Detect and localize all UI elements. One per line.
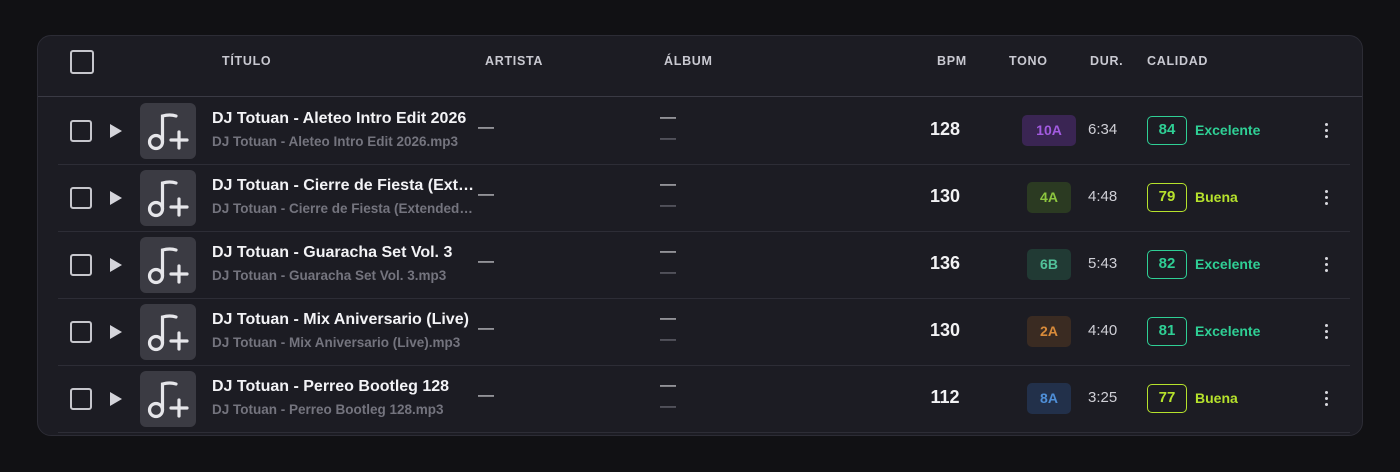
track-bpm: 112 — [930, 387, 960, 407]
table-header: TÍTULO ARTISTA ÁLBUM BPM TONO DUR. CALID… — [38, 36, 1362, 97]
key-badge: 2A — [1027, 316, 1071, 347]
quality-label: Excelente — [1195, 256, 1261, 272]
column-header-key[interactable]: TONO — [1009, 54, 1048, 68]
row-checkbox[interactable] — [70, 321, 92, 343]
track-album-secondary: — — [660, 197, 676, 214]
music-note-plus-icon — [147, 314, 189, 352]
more-vertical-icon[interactable] — [1320, 389, 1332, 409]
track-thumbnail — [140, 304, 196, 360]
more-vertical-icon[interactable] — [1320, 255, 1332, 275]
track-duration: 5:43 — [1088, 255, 1118, 272]
quality-label: Buena — [1195, 390, 1238, 406]
row-checkbox[interactable] — [70, 120, 92, 142]
play-icon[interactable] — [108, 323, 124, 341]
column-header-duration[interactable]: DUR. — [1090, 54, 1123, 68]
track-album-secondary: — — [660, 130, 676, 147]
play-icon[interactable] — [108, 189, 124, 207]
track-thumbnail — [140, 237, 196, 293]
column-header-title[interactable]: TÍTULO — [222, 54, 271, 68]
play-icon[interactable] — [108, 122, 124, 140]
track-album-secondary: — — [660, 264, 676, 281]
track-bpm: 128 — [929, 119, 961, 139]
play-icon[interactable] — [108, 256, 124, 274]
tracks-table: TÍTULO ARTISTA ÁLBUM BPM TONO DUR. CALID… — [37, 35, 1363, 436]
track-artist: — — [478, 186, 494, 203]
quality-score-badge: 81 — [1147, 317, 1187, 346]
track-thumbnail — [140, 170, 196, 226]
key-badge: 4A — [1027, 182, 1071, 213]
track-artist: — — [478, 320, 494, 337]
track-duration: 4:48 — [1088, 188, 1118, 205]
track-album-secondary: — — [660, 398, 676, 415]
quality-label: Excelente — [1195, 323, 1261, 339]
table-row[interactable]: DJ Totuan - Aleteo Intro Edit 2026 DJ To… — [58, 97, 1350, 165]
track-bpm: 130 — [929, 320, 961, 340]
track-bpm: 130 — [929, 186, 961, 206]
track-thumbnail — [140, 103, 196, 159]
key-badge: 8A — [1027, 383, 1071, 414]
quality-score-badge: 84 — [1147, 116, 1187, 145]
quality-score-badge: 82 — [1147, 250, 1187, 279]
track-title[interactable]: DJ Totuan - Mix Aniversario (Live) — [212, 311, 474, 329]
more-vertical-icon[interactable] — [1320, 188, 1332, 208]
key-badge: 10A — [1022, 115, 1076, 146]
more-vertical-icon[interactable] — [1320, 322, 1332, 342]
track-duration: 3:25 — [1088, 389, 1118, 406]
track-title[interactable]: DJ Totuan - Aleteo Intro Edit 2026 — [212, 110, 474, 128]
play-icon[interactable] — [108, 390, 124, 408]
track-artist: — — [478, 253, 494, 270]
track-duration: 6:34 — [1088, 121, 1118, 138]
table-row[interactable]: DJ Totuan - Cierre de Fiesta (Extended) … — [58, 164, 1350, 232]
music-note-plus-icon — [147, 180, 189, 218]
row-checkbox[interactable] — [70, 187, 92, 209]
column-header-bpm[interactable]: BPM — [937, 54, 967, 68]
track-album: — — [660, 176, 676, 193]
music-note-plus-icon — [147, 247, 189, 285]
track-album: — — [660, 243, 676, 260]
quality-label: Excelente — [1195, 122, 1261, 138]
track-bpm: 136 — [929, 253, 961, 273]
music-note-plus-icon — [147, 113, 189, 151]
quality-score-badge: 79 — [1147, 183, 1187, 212]
track-filename: DJ Totuan - Mix Aniversario (Live).mp3 — [212, 335, 461, 350]
track-duration: 4:40 — [1088, 322, 1118, 339]
track-album: — — [660, 310, 676, 327]
track-title[interactable]: DJ Totuan - Cierre de Fiesta (Extended) — [212, 177, 474, 195]
column-header-artist[interactable]: ARTISTA — [485, 54, 543, 68]
key-badge: 6B — [1027, 249, 1071, 280]
music-note-plus-icon — [147, 381, 189, 419]
track-title[interactable]: DJ Totuan - Guaracha Set Vol. 3 — [212, 244, 474, 262]
track-album: — — [660, 109, 676, 126]
track-filename: DJ Totuan - Aleteo Intro Edit 2026.mp3 — [212, 134, 459, 149]
table-row[interactable]: DJ Totuan - Guaracha Set Vol. 3 DJ Totua… — [58, 231, 1350, 299]
track-filename: DJ Totuan - Guaracha Set Vol. 3.mp3 — [212, 268, 447, 283]
quality-score-badge: 77 — [1147, 384, 1187, 413]
track-title[interactable]: DJ Totuan - Perreo Bootleg 128 — [212, 378, 474, 396]
select-all-checkbox[interactable] — [70, 50, 94, 74]
row-checkbox[interactable] — [70, 254, 92, 276]
track-thumbnail — [140, 371, 196, 427]
column-header-album[interactable]: ÁLBUM — [664, 54, 713, 68]
track-filename: DJ Totuan - Cierre de Fiesta (Extended).… — [212, 201, 474, 216]
column-header-quality[interactable]: CALIDAD — [1147, 54, 1208, 68]
row-checkbox[interactable] — [70, 388, 92, 410]
more-vertical-icon[interactable] — [1320, 121, 1332, 141]
track-artist: — — [478, 119, 494, 136]
table-row[interactable]: DJ Totuan - Perreo Bootleg 128 DJ Totuan… — [58, 365, 1350, 433]
table-row[interactable]: DJ Totuan - Mix Aniversario (Live) DJ To… — [58, 298, 1350, 366]
track-artist: — — [478, 387, 494, 404]
track-filename: DJ Totuan - Perreo Bootleg 128.mp3 — [212, 402, 444, 417]
track-album-secondary: — — [660, 331, 676, 348]
quality-label: Buena — [1195, 189, 1238, 205]
track-album: — — [660, 377, 676, 394]
